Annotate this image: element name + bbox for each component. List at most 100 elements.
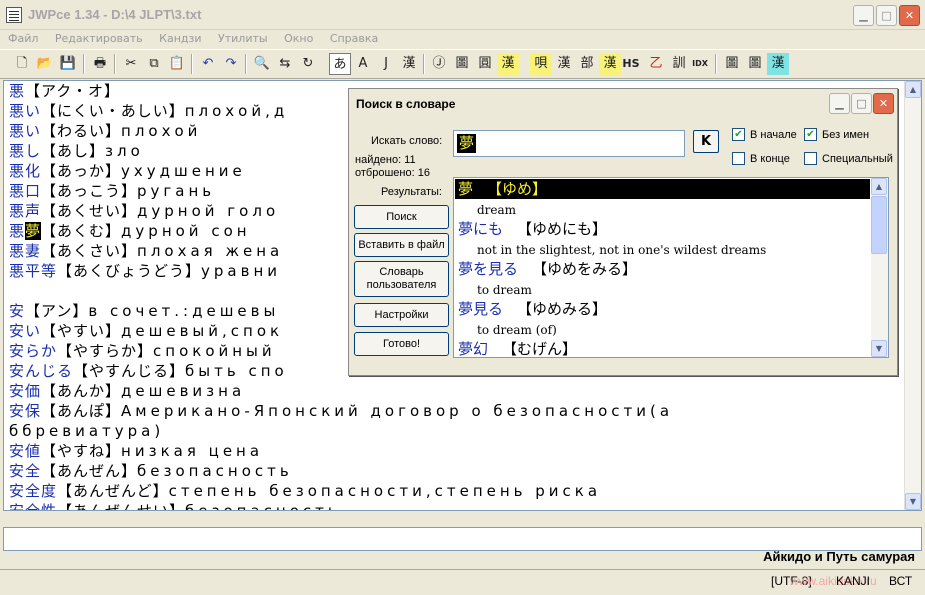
kanji-k-button[interactable]: K xyxy=(693,130,719,153)
results-scroll-down-button[interactable]: ▼ xyxy=(871,340,887,357)
mode-kanji-button[interactable]: 漢 xyxy=(398,53,420,75)
mode-hiragana-button[interactable]: あ xyxy=(329,53,351,75)
results-scroll-up-button[interactable]: ▲ xyxy=(871,178,887,195)
find-icon[interactable]: 🔍 xyxy=(251,53,273,75)
search-input[interactable]: 夢 xyxy=(453,130,685,157)
reading-lookup-icon[interactable]: 訓 xyxy=(668,53,690,75)
line-meaning: зло xyxy=(105,142,144,160)
toolbar-separator xyxy=(715,54,717,74)
menu-file[interactable]: Файл xyxy=(0,30,43,45)
result-gloss: to dream xyxy=(477,283,532,297)
menu-help[interactable]: Справка xyxy=(322,30,383,45)
new-file-icon[interactable]: 🗋 xyxy=(11,53,33,75)
result-entry[interactable]: 夢を見る 【ゆめをみる】 xyxy=(455,259,870,279)
bushu-lookup-icon[interactable]: 圓 xyxy=(474,53,496,75)
settings-button[interactable]: Настройки xyxy=(354,303,449,327)
search-button[interactable]: Поиск xyxy=(354,205,449,229)
cut-icon[interactable]: ✂ xyxy=(120,53,142,75)
line-reading: 【わるい】 xyxy=(41,122,122,140)
menu-edit[interactable]: Редактировать xyxy=(47,30,148,45)
copy-icon[interactable]: ⧉ xyxy=(143,53,165,75)
line-kanji: 安全性 xyxy=(9,502,58,511)
index-lookup-icon[interactable]: IDX xyxy=(689,53,711,75)
save-icon[interactable]: 💾 xyxy=(57,53,79,75)
menu-utilities[interactable]: Утилиты xyxy=(210,30,273,45)
status-kanji: KANJI xyxy=(836,574,871,588)
window-title: JWPce 1.34 - D:\4 JLPT\3.txt xyxy=(28,7,202,22)
editor-scrollbar[interactable]: ▲ ▼ xyxy=(904,81,921,510)
checkbox-no-names[interactable]: ✔ xyxy=(804,128,817,141)
editor-line: ббревиатура) xyxy=(9,421,673,441)
result-entry[interactable]: 夢見る 【ゆめみる】 xyxy=(455,299,870,319)
kanji-color-icon[interactable]: 漢 xyxy=(767,53,789,75)
mode-ascii-button[interactable]: A xyxy=(352,53,374,75)
result-entry[interactable]: 夢【ゆめ】 xyxy=(455,179,870,199)
menu-window[interactable]: Окно xyxy=(276,30,318,45)
result-word: 夢を見る xyxy=(458,260,519,278)
toolbar-separator xyxy=(423,54,425,74)
results-list[interactable]: 夢【ゆめ】 dream 夢にも 【ゆめにも】 not in the slightest,… xyxy=(453,177,889,358)
line-kanji: 悪口 xyxy=(9,182,42,200)
open-folder-icon[interactable]: 📂 xyxy=(34,53,56,75)
line-reading: 【あくむ】 xyxy=(41,222,122,240)
replace-icon[interactable]: ⇆ xyxy=(274,53,296,75)
scroll-up-button[interactable]: ▲ xyxy=(905,81,921,98)
kanji-info-icon[interactable]: 漢 xyxy=(497,53,519,75)
line-kanji: 悪 xyxy=(9,82,26,100)
line-kanji: 悪声 xyxy=(9,202,42,220)
paste-icon[interactable]: 📋 xyxy=(166,53,188,75)
jis-table-icon[interactable]: 唄 xyxy=(530,53,552,75)
hs-lookup-icon[interactable]: HS xyxy=(620,53,642,75)
count-icon[interactable]: 圖 xyxy=(721,53,743,75)
command-line[interactable] xyxy=(3,527,922,551)
checkbox-special[interactable] xyxy=(804,152,817,165)
find-next-icon[interactable]: ↻ xyxy=(297,53,319,75)
found-count: найдено: 11 xyxy=(355,154,416,166)
results-scrollbar[interactable]: ▲ ▼ xyxy=(871,178,888,357)
radical-lookup-icon[interactable]: 圖 xyxy=(451,53,473,75)
line-meaning: плохая жена xyxy=(137,242,284,260)
redo-icon[interactable]: ↷ xyxy=(220,53,242,75)
dialog-close-button[interactable]: ✕ xyxy=(873,93,894,114)
checkbox-end[interactable] xyxy=(732,152,745,165)
scroll-down-button[interactable]: ▼ xyxy=(905,493,921,510)
line-meaning: плохой,д xyxy=(184,102,289,120)
editor-line: 安値【やすね】низкая цена xyxy=(9,441,673,461)
result-reading: 【むげん】 xyxy=(502,340,578,358)
checkbox-no-names-label: Без имен xyxy=(822,129,870,141)
dialog-minimize-button[interactable]: ▁ xyxy=(829,93,850,114)
menu-kanji[interactable]: Кандзи xyxy=(151,30,206,45)
toolbar-separator xyxy=(83,54,85,74)
user-dictionary-button[interactable]: Словарь пользователя xyxy=(354,261,449,297)
insert-into-file-button[interactable]: Вставить в файл xyxy=(354,233,449,257)
dialog-title: Поиск в словаре xyxy=(356,97,456,111)
results-scroll-thumb[interactable] xyxy=(871,196,887,254)
line-reading: 【あんぜんせい】 xyxy=(57,502,186,511)
line-reading: 【アク・オ】 xyxy=(25,82,120,100)
radical-icon[interactable]: 部 xyxy=(576,53,598,75)
kanji-search-icon[interactable]: 漢 xyxy=(599,53,621,75)
print-icon[interactable]: 🖶 xyxy=(89,53,111,75)
line-meaning: ухудшение xyxy=(121,162,246,180)
line-kanji: 安保 xyxy=(9,402,42,420)
dialog-maximize-button[interactable]: □ xyxy=(851,93,872,114)
undo-icon[interactable]: ↶ xyxy=(197,53,219,75)
result-reading: 【ゆめにも】 xyxy=(517,220,608,238)
close-button[interactable]: ✕ xyxy=(899,5,920,26)
checkbox-begin[interactable]: ✔ xyxy=(732,128,745,141)
maximize-button[interactable]: □ xyxy=(876,5,897,26)
line-kanji: 安値 xyxy=(9,442,42,460)
app-icon[interactable] xyxy=(6,7,22,23)
result-reading: 【ゆめみる】 xyxy=(517,300,608,318)
dictionary-icon[interactable]: Ⓙ xyxy=(428,53,450,75)
properties-icon[interactable]: 圖 xyxy=(744,53,766,75)
result-entry[interactable]: 夢にも 【ゆめにも】 xyxy=(455,219,870,239)
stroke-lookup-icon[interactable]: 乙 xyxy=(645,53,667,75)
mode-jascii-button[interactable]: J xyxy=(375,53,397,75)
minimize-button[interactable]: ▁ xyxy=(853,5,874,26)
checkbox-begin-label: В начале xyxy=(750,129,797,141)
line-kanji: 悪化 xyxy=(9,162,42,180)
result-entry[interactable]: 夢幻 【むげん】 xyxy=(455,339,870,358)
done-button[interactable]: Готово! xyxy=(354,332,449,356)
kanji-lookup-icon[interactable]: 漢 xyxy=(553,53,575,75)
